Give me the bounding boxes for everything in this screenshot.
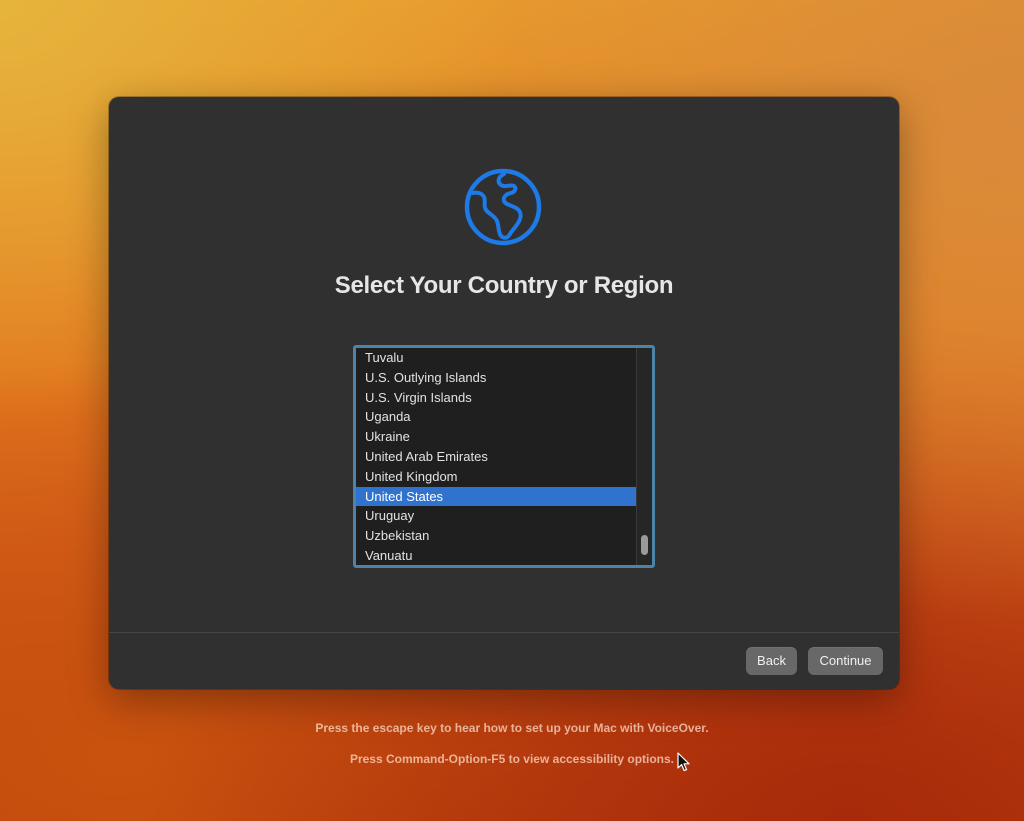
accessibility-hint: Press Command-Option-F5 to view accessib… [349,752,675,766]
voiceover-hint: Press the escape key to hear how to set … [315,721,709,735]
mouse-pointer-icon [677,752,690,772]
setup-assistant-window: Select Your Country or Region Tuvalu U.S… [109,97,899,689]
list-item[interactable]: U.S. Outlying Islands [356,368,636,388]
scrollbar-thumb[interactable] [641,535,648,555]
list-item[interactable]: Ukraine [356,427,636,447]
list-item[interactable]: Uzbekistan [356,526,636,546]
list-item[interactable]: Uruguay [356,506,636,526]
list-item[interactable]: U.S. Virgin Islands [356,388,636,408]
list-item-selected[interactable]: United States [356,486,636,507]
page-title: Select Your Country or Region [334,272,674,299]
footer-divider [109,632,899,633]
list-item[interactable]: Vanuatu [356,546,636,565]
country-list[interactable]: Tuvalu U.S. Outlying Islands U.S. Virgin… [356,348,636,565]
country-listbox[interactable]: Tuvalu U.S. Outlying Islands U.S. Virgin… [353,345,655,568]
list-item[interactable]: Tuvalu [356,348,636,368]
back-button[interactable]: Back [746,647,797,675]
globe-icon [464,168,542,246]
list-item[interactable]: Uganda [356,407,636,427]
list-item[interactable]: United Arab Emirates [356,447,636,467]
list-item[interactable]: United Kingdom [356,467,636,487]
vertical-scrollbar[interactable] [636,348,652,565]
continue-button[interactable]: Continue [808,647,883,675]
